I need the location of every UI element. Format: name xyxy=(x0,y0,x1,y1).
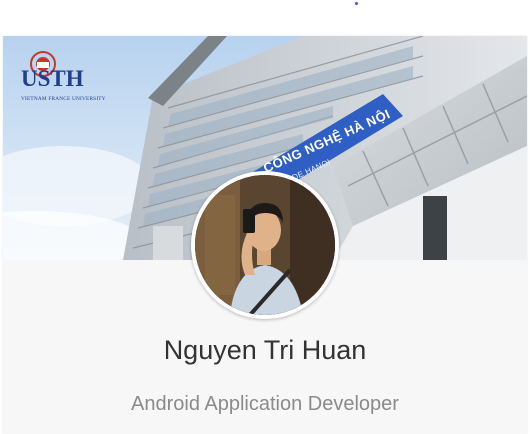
top-dot xyxy=(355,2,358,5)
profile-card: USTH VIETNAM FRANCE UNIVERSITY CÔNG NGHỆ… xyxy=(3,36,527,434)
top-strip xyxy=(0,0,530,36)
profile-title: Android Application Developer xyxy=(131,393,399,415)
logo-subtitle: VIETNAM FRANCE UNIVERSITY xyxy=(21,96,106,102)
profile-name: Nguyen Tri Huan xyxy=(163,335,367,365)
profile-photo-illustration xyxy=(195,175,335,315)
profile-photo xyxy=(195,175,335,315)
avatar[interactable] xyxy=(191,171,339,319)
profile-page: USTH VIETNAM FRANCE UNIVERSITY CÔNG NGHỆ… xyxy=(0,0,530,434)
logo-text: USTH xyxy=(21,66,84,91)
